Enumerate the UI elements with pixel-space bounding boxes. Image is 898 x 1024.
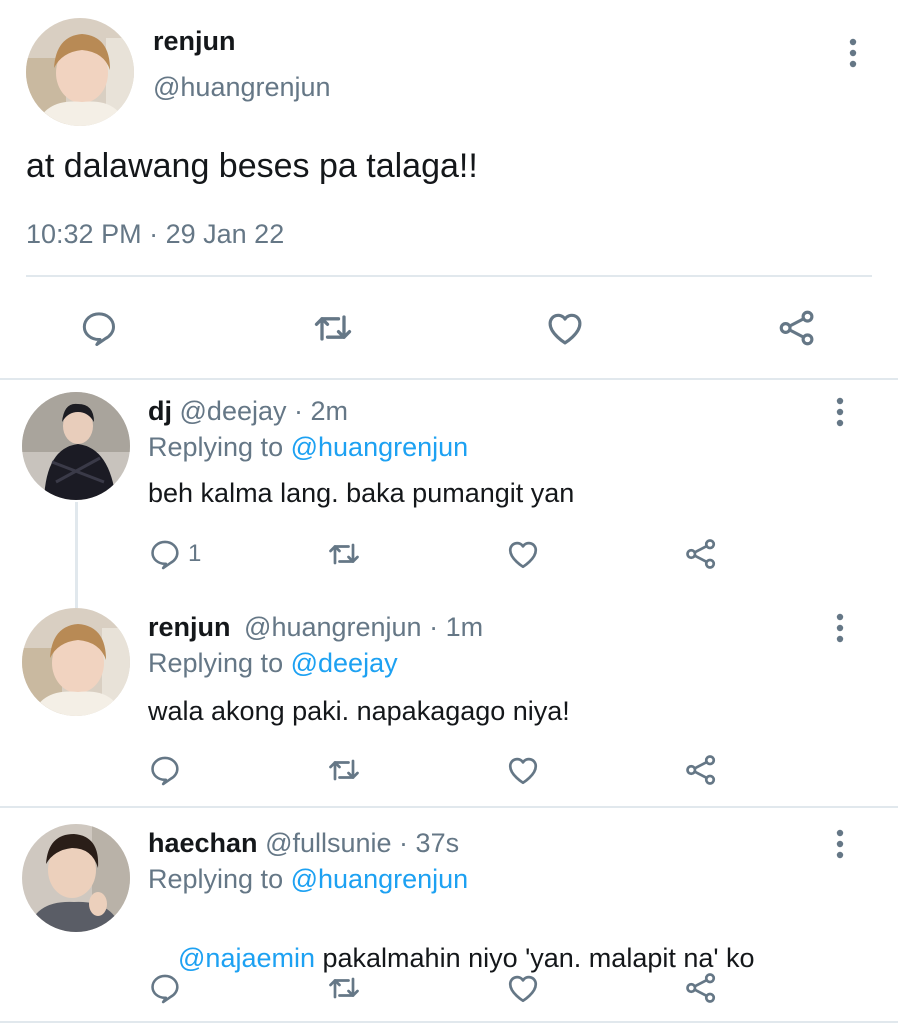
like-button[interactable]	[504, 752, 542, 788]
reply-age: 2m	[310, 396, 349, 426]
share-button[interactable]	[774, 305, 820, 351]
heart-icon	[508, 975, 538, 1003]
timestamp-separator: ·	[149, 219, 159, 249]
like-button[interactable]	[542, 305, 588, 351]
like-button[interactable]	[504, 536, 542, 572]
replying-to: Replying to @deejay	[148, 648, 398, 679]
replying-to: Replying to @huangrenjun	[148, 864, 468, 895]
replying-to-prefix: Replying to	[148, 648, 284, 678]
author-handle[interactable]: @huangrenjun	[153, 72, 331, 103]
replying-to-link[interactable]: @deejay	[291, 648, 398, 678]
more-icon	[849, 38, 857, 68]
retweet-icon	[314, 315, 352, 341]
reply-header: haechan @fullsunie · 37s	[148, 828, 459, 859]
comment-icon	[151, 756, 179, 786]
comment-icon	[151, 974, 179, 1004]
more-button[interactable]	[825, 608, 855, 648]
like-button[interactable]	[504, 970, 542, 1006]
more-icon	[836, 613, 844, 643]
more-button[interactable]	[825, 824, 855, 864]
reply-age: 1m	[445, 612, 484, 642]
replying-to-prefix: Replying to	[148, 432, 284, 462]
avatar[interactable]	[26, 18, 134, 126]
author-name[interactable]: renjun	[148, 612, 231, 642]
comment-icon	[82, 312, 115, 346]
dot-separator: ·	[421, 612, 446, 642]
avatar[interactable]	[22, 608, 130, 716]
share-button[interactable]	[682, 970, 720, 1006]
author-handle[interactable]: @huangrenjun	[244, 612, 422, 642]
main-tweet: renjun @huangrenjun at dalawang beses pa…	[0, 0, 898, 380]
share-icon	[686, 539, 716, 569]
reply-body: beh kalma lang. baka pumangit yan	[148, 478, 575, 508]
more-button[interactable]	[825, 392, 855, 432]
comment-icon	[151, 540, 179, 570]
share-icon	[779, 310, 814, 346]
reply-count: 1	[188, 540, 202, 567]
retweet-icon	[329, 543, 359, 565]
heart-icon	[508, 757, 538, 785]
reply-header: dj @deejay · 2m	[148, 396, 348, 427]
retweet-button[interactable]	[324, 536, 364, 572]
share-icon	[686, 755, 716, 785]
reply-button[interactable]	[148, 970, 188, 1006]
author-handle[interactable]: @fullsunie	[265, 828, 391, 858]
section-divider	[0, 806, 898, 808]
reply-header: renjun @huangrenjun · 1m	[148, 612, 483, 643]
tweet-timestamp[interactable]: 10:32 PM · 29 Jan 22	[26, 219, 284, 250]
retweet-button[interactable]	[308, 305, 358, 351]
reply-text: beh kalma lang. baka pumangit yan	[148, 478, 574, 509]
reply-body: wala akong paki. napakagago niya!	[148, 696, 570, 726]
reply-body: pakalmahin niyo 'yan. malapit na' ko	[315, 943, 755, 973]
reply-button[interactable]: 1	[148, 536, 218, 572]
tweet-date: 29 Jan 22	[165, 219, 285, 249]
replying-to-prefix: Replying to	[148, 864, 284, 894]
more-button[interactable]	[838, 33, 868, 73]
author-name[interactable]: dj	[148, 396, 172, 426]
avatar[interactable]	[22, 824, 130, 932]
divider	[26, 275, 872, 277]
more-icon	[836, 829, 844, 859]
replying-to-link[interactable]: @huangrenjun	[291, 864, 469, 894]
mention-link[interactable]: @najaemin	[178, 943, 315, 973]
author-handle[interactable]: @deejay	[180, 396, 287, 426]
reply-tweet[interactable]: haechan @fullsunie · 37s Replying to @hu…	[0, 812, 898, 1022]
reply-button[interactable]	[148, 752, 188, 788]
more-icon	[836, 397, 844, 427]
share-icon	[686, 973, 716, 1003]
share-button[interactable]	[682, 752, 720, 788]
reply-text: @najaemin pakalmahin niyo 'yan. malapit …	[148, 912, 755, 1005]
replying-to: Replying to @huangrenjun	[148, 432, 468, 463]
reply-tweet[interactable]: renjun @huangrenjun · 1m Replying to @de…	[0, 598, 898, 804]
dot-separator: ·	[391, 828, 416, 858]
avatar[interactable]	[22, 392, 130, 500]
author-name[interactable]: haechan	[148, 828, 258, 858]
reply-tweet[interactable]: dj @deejay · 2m Replying to @huangrenjun…	[0, 382, 898, 598]
tweet-time: 10:32 PM	[26, 219, 142, 249]
replying-to-link[interactable]: @huangrenjun	[291, 432, 469, 462]
retweet-button[interactable]	[324, 752, 364, 788]
reply-button[interactable]	[76, 305, 122, 351]
retweet-icon	[329, 759, 359, 781]
section-divider	[0, 378, 898, 380]
author-name[interactable]: renjun	[153, 26, 236, 57]
tweet-text: at dalawang beses pa talaga!!	[26, 147, 478, 185]
reply-age: 37s	[415, 828, 460, 858]
retweet-icon	[329, 977, 359, 999]
share-button[interactable]	[682, 536, 720, 572]
reply-text: wala akong paki. napakagago niya!	[148, 696, 570, 727]
heart-icon	[508, 541, 538, 569]
dot-separator: ·	[286, 396, 311, 426]
retweet-button[interactable]	[324, 970, 364, 1006]
section-divider	[0, 1021, 898, 1023]
heart-icon	[548, 313, 582, 345]
